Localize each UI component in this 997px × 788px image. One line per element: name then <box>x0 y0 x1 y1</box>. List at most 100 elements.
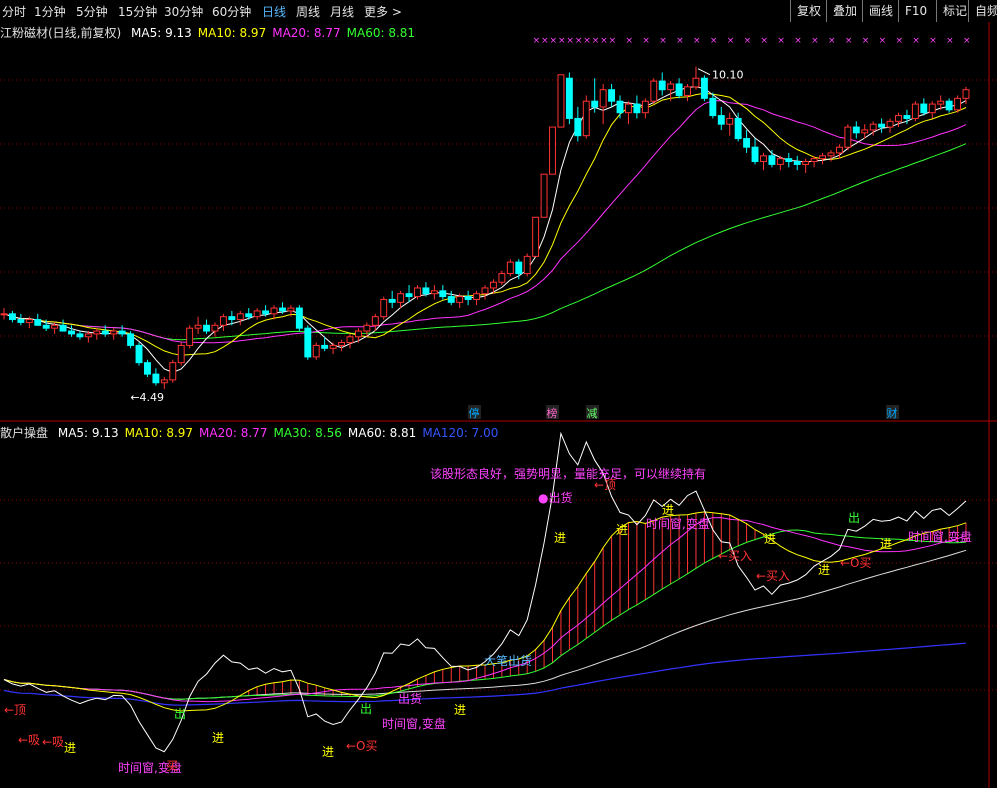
candle-body-4 <box>34 319 42 326</box>
indicator-comment: 该股形态良好，强势明显，量能充足，可以继续持有 <box>430 466 706 481</box>
candle-body-104 <box>878 123 886 128</box>
candle-body-8 <box>68 330 75 335</box>
period-tab-4[interactable]: 30分钟 <box>164 3 203 20</box>
candle-body-13 <box>110 330 118 335</box>
candle-body-25 <box>211 324 219 332</box>
indicator-annotation-24: 进 <box>818 563 830 577</box>
candle-body-3 <box>25 319 33 323</box>
indicator-annotation-22: 进 <box>764 532 776 546</box>
candle-body-31 <box>262 310 270 315</box>
period-tab-7[interactable]: 周线 <box>296 3 320 20</box>
candle-body-72 <box>608 89 616 102</box>
period-tab-6[interactable]: 日线 <box>262 3 286 20</box>
indicator-annotation-8: 进 <box>322 745 334 759</box>
candle-body-110 <box>928 103 936 114</box>
top-x-marker-78: × <box>659 36 667 46</box>
candle-body-33 <box>279 307 286 312</box>
candle-body-90 <box>760 155 767 163</box>
candle-body-20 <box>169 362 177 381</box>
indicator-annotation-7: 进 <box>212 731 224 745</box>
indicator-ma20-line <box>3 517 967 703</box>
candle-body-52 <box>439 290 447 298</box>
candle-body-7 <box>59 324 67 332</box>
top-x-marker-106: × <box>895 36 903 46</box>
candle-body-34 <box>287 307 295 312</box>
indicator-ma-values: MA5: 9.13 MA10: 8.97 MA20: 8.77 MA30: 8.56 M… <box>58 426 505 440</box>
candle-body-58 <box>489 281 497 289</box>
indicator-annotation-18: 进 <box>616 523 628 537</box>
candle-body-89 <box>751 146 759 163</box>
indicator-ma-label-5: MA120: 7.00 <box>422 426 499 440</box>
candle-body-66 <box>557 74 565 128</box>
top-x-marker-68: × <box>575 36 583 46</box>
candle-body-70 <box>591 100 599 108</box>
candle-body-55 <box>464 296 472 300</box>
candle-body-95 <box>802 161 810 165</box>
badge-bg-3 <box>886 405 899 419</box>
indicator-annotation-3: 进 <box>64 741 76 755</box>
toolbar-button-1[interactable]: 叠加 <box>826 0 863 22</box>
candle-body-63 <box>532 216 540 257</box>
indicator-legend: 散户操盘 MA5: 9.13 MA10: 8.97 MA20: 8.77 MA30: … <box>0 424 510 441</box>
period-toolbar: 分时 1分钟 5分钟 15分钟 30分钟 60分钟 日线 周线 月线 更多 > 复权 叠加 画线 F10 标… <box>0 0 997 22</box>
indicator-ma-label-1: MA10: 8.97 <box>124 426 194 440</box>
candle-body-102 <box>861 129 869 134</box>
candle-body-114 <box>962 89 970 99</box>
badge-bg-2 <box>586 405 599 419</box>
toolbar-button-3[interactable]: F10 <box>898 0 933 22</box>
period-tab-8[interactable]: 月线 <box>330 3 354 20</box>
candle-body-37 <box>312 344 320 358</box>
candle-body-22 <box>186 327 194 346</box>
indicator-ma60-line <box>3 549 967 700</box>
candle-body-75 <box>633 103 641 114</box>
candle-body-38 <box>321 344 329 349</box>
toolbar-button-2[interactable]: 画线 <box>862 0 899 22</box>
period-tab-9[interactable]: 更多 > <box>364 3 402 20</box>
indicator-annotation-11: 出货 <box>398 691 422 706</box>
indicator-ma5-line <box>3 431 967 753</box>
candle-body-26 <box>219 316 227 326</box>
candle-body-80 <box>675 83 683 96</box>
indicator-annotation-26: 出 <box>848 511 860 525</box>
candle-body-43 <box>363 324 371 332</box>
price-ma-label-0: MA5: 9.13 <box>131 26 192 40</box>
price-ma10-line <box>3 92 967 356</box>
indicator-annotation-6: 买 <box>166 759 178 773</box>
candle-body-27 <box>228 316 236 321</box>
event-badge-1: 榜 <box>547 406 558 420</box>
top-x-marker-90: × <box>760 36 768 46</box>
period-tab-2[interactable]: 5分钟 <box>76 3 108 20</box>
chart-canvas[interactable]: 10.10←4.49× × × × × × × × × × × × × × × × × × × × × × × × × × × × × ×… <box>0 0 997 788</box>
period-tab-0[interactable]: 分时 <box>2 3 26 20</box>
period-tab-5[interactable]: 60分钟 <box>212 3 251 20</box>
candle-body-85 <box>717 115 725 125</box>
indicator-annotation-20: 时间窗,变盘 <box>646 516 710 531</box>
candle-body-99 <box>835 146 843 154</box>
candle-body-48 <box>405 293 413 298</box>
top-x-marker-100: × <box>845 36 853 46</box>
candle-body-77 <box>650 80 658 102</box>
candle-body-42 <box>354 330 362 338</box>
indicator-ma-label-2: MA20: 8.77 <box>199 426 268 440</box>
stock-title: 江粉磁材(日线,前复权) <box>0 26 122 40</box>
indicator-annotation-28: 时间窗,变盘 <box>908 529 972 544</box>
toolbar-button-0[interactable]: 复权 <box>790 0 827 22</box>
period-tab-1[interactable]: 1分钟 <box>34 3 66 20</box>
toolbar-button-5[interactable]: 自频 <box>968 0 997 22</box>
price-ma-label-1: MA10: 8.97 <box>197 26 267 40</box>
candle-body-21 <box>177 344 185 364</box>
candle-body-76 <box>641 100 649 114</box>
candle-body-44 <box>371 316 379 326</box>
top-x-marker-74: × <box>625 36 633 46</box>
candle-body-69 <box>582 100 590 137</box>
indicator-annotation-0: ←顶 <box>4 703 26 717</box>
indicator-annotation-13: 进 <box>454 703 466 717</box>
indicator-annotation-16: 进 <box>554 531 566 545</box>
top-x-marker-108: × <box>912 36 920 46</box>
candle-body-81 <box>684 86 691 96</box>
period-tab-3[interactable]: 15分钟 <box>118 3 157 20</box>
candle-body-51 <box>430 290 438 295</box>
candle-body-29 <box>245 313 253 318</box>
candle-body-101 <box>852 126 860 134</box>
top-x-marker-64: × <box>541 36 549 46</box>
